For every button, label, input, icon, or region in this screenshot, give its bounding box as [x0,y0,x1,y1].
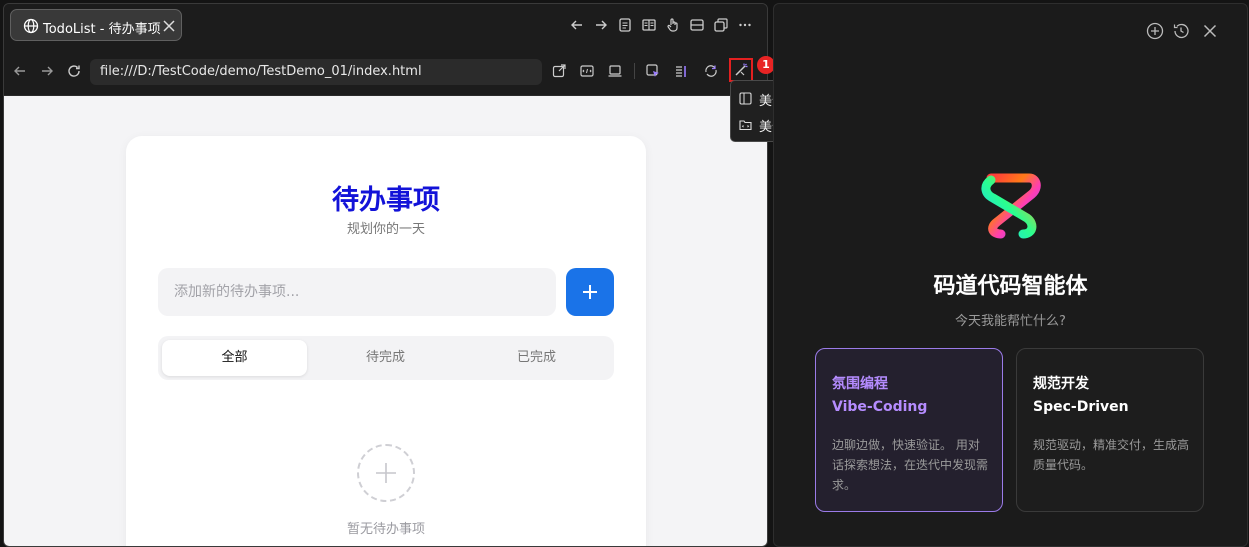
empty-plus-icon [376,463,396,483]
mode-description: 边聊边做，快速验证。 用对话探索想法，在迭代中发现需求。 [832,438,989,492]
back-arrow-icon[interactable] [569,17,585,33]
project-icon [739,120,752,131]
mode-title: 规范开发 [1033,376,1089,392]
globe-icon [23,18,39,34]
agent-title: 码道代码智能体 [933,274,1088,299]
mode-card-vibe-coding[interactable]: 氛围编程 Vibe-Coding 边聊边做，快速验证。 用对话探索想法，在迭代中… [815,348,1003,512]
browser-tab[interactable]: TodoList - 待办事项 [10,9,182,41]
select-element-icon[interactable] [645,63,661,79]
open-external-icon[interactable] [551,63,567,79]
agent-logo-icon [981,173,1041,239]
empty-state-icon [357,444,415,502]
css-icon[interactable] [579,63,595,79]
browser-window: TodoList - 待办事项 file:///D:/TestCode/demo… [3,3,768,547]
reload-icon[interactable] [66,63,82,79]
toolbar-divider [634,63,635,79]
mode-subtitle: Spec-Driven [1033,399,1129,415]
plus-icon [583,285,597,299]
copy-window-icon[interactable] [713,17,729,33]
tab-title: TodoList - 待办事项 [43,22,161,37]
todo-card: 待办事项 规划你的一天 全部 待完成 已完成 暂无待办事项 [126,136,646,546]
empty-state-text: 暂无待办事项 [346,522,425,537]
mode-subtitle: Vibe-Coding [832,399,928,415]
mode-description: 规范驱动，精准交付，生成高质量代码。 [1033,438,1190,472]
page-viewport: 待办事项 规划你的一天 全部 待完成 已完成 暂无待办事项 [4,96,767,546]
tab-bar: TodoList - 待办事项 [4,4,767,46]
page-subtitle: 规划你的一天 [346,222,425,237]
magic-wand-icon [735,63,748,76]
address-bar[interactable]: file:///D:/TestCode/demo/TestDemo_01/ind… [90,59,542,85]
close-tab-icon[interactable] [161,18,177,34]
url-text: file:///D:/TestCode/demo/TestDemo_01/ind… [100,64,422,79]
tab-completed[interactable]: 已完成 [464,340,609,376]
new-todo-input[interactable] [158,268,556,316]
new-chat-icon[interactable] [1146,22,1164,40]
history-icon[interactable] [1172,22,1190,40]
filter-tabs: 全部 待完成 已完成 [158,336,614,380]
tab-pending[interactable]: 待完成 [313,340,458,376]
page-icon [739,92,752,105]
more-options-icon[interactable] [737,17,753,33]
page-title: 待办事项 [332,185,440,216]
agent-panel: 码道代码智能体 今天我能帮忙什么? 氛围编程 Vibe-Coding 边聊边做，… [773,3,1248,547]
book-icon[interactable] [641,17,657,33]
panel-layout-icon[interactable] [689,17,705,33]
close-panel-icon[interactable] [1201,22,1219,40]
tab-all[interactable]: 全部 [162,340,307,376]
device-icon[interactable] [607,63,623,79]
mode-card-spec-driven[interactable]: 规范开发 Spec-Driven 规范驱动，精准交付，生成高质量代码。 [1016,348,1204,512]
nav-forward-icon[interactable] [39,63,55,79]
navigation-bar: file:///D:/TestCode/demo/TestDemo_01/ind… [4,46,767,96]
mode-title: 氛围编程 [832,376,888,392]
beautify-button-highlight[interactable] [729,58,753,82]
list-panel-icon[interactable] [673,63,689,79]
agent-subtitle: 今天我能帮忙什么? [955,314,1066,329]
sync-icon[interactable] [703,63,719,79]
forward-arrow-icon[interactable] [593,17,609,33]
add-todo-button[interactable] [566,268,614,316]
nav-back-icon[interactable] [12,63,28,79]
document-icon[interactable] [617,17,633,33]
pointer-hand-icon[interactable] [665,17,681,33]
